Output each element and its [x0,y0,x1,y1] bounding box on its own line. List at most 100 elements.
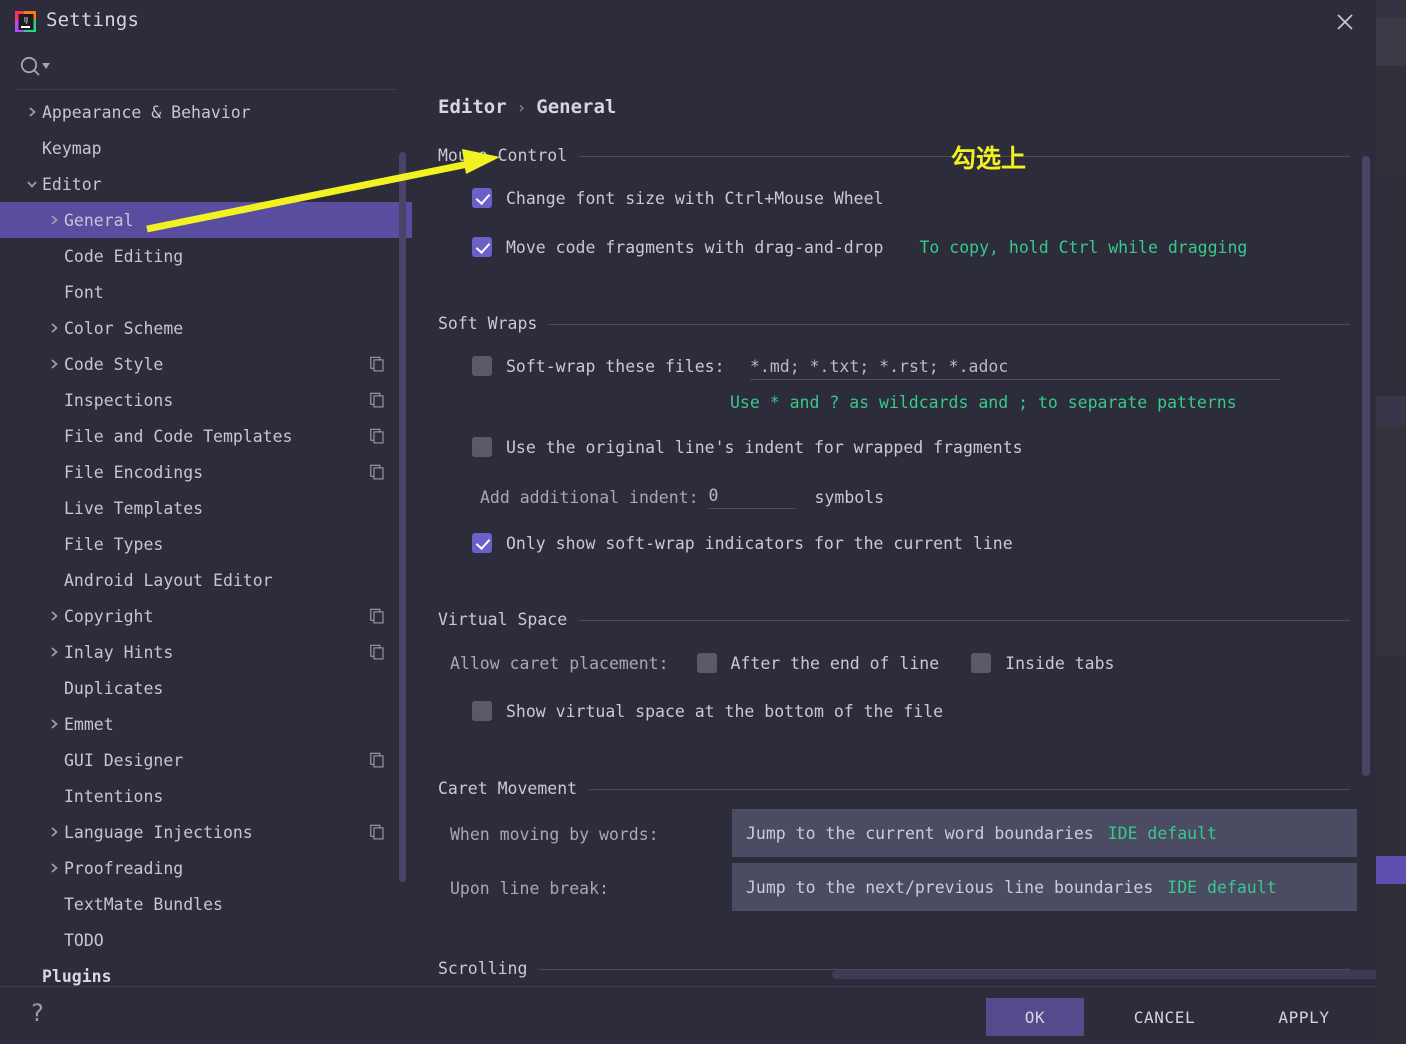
settings-dialog: IJ Settings Appearance & Behavior Keymap… [0,0,1376,1044]
sidebar-item-keymap[interactable]: Keymap [0,130,412,166]
move-code-fragments-label: Move code fragments with drag-and-drop [506,237,884,257]
bg-panel-5 [1376,396,1406,426]
sidebar-item-intentions[interactable]: Intentions [0,778,412,814]
content-vertical-scrollbar[interactable] [1362,156,1370,776]
sidebar-item-emmet[interactable]: Emmet [0,706,412,742]
sidebar-item-language-injections[interactable]: Language Injections [0,814,412,850]
help-icon[interactable]: ? [30,999,44,1027]
section-soft-wraps: Soft Wraps [412,312,1376,334]
when-moving-by-words-combo[interactable]: Jump to the current word boundaries IDE … [732,809,1357,857]
sidebar-item-label: Duplicates [64,678,164,698]
copy-settings-icon[interactable] [370,428,384,444]
search-icon[interactable] [18,55,58,77]
sidebar-item-font[interactable]: Font [0,274,412,310]
sidebar-item-todo[interactable]: TODO [0,922,412,958]
sidebar-item-appearance-behavior[interactable]: Appearance & Behavior [0,94,412,130]
original-indent-checkbox[interactable] [472,437,492,457]
chevron-right-icon[interactable] [44,862,64,874]
only-show-indicators-checkbox[interactable] [472,533,492,553]
sidebar-item-code-editing[interactable]: Code Editing [0,238,412,274]
chevron-down-icon[interactable] [22,178,42,190]
sidebar-item-inspections[interactable]: Inspections [0,382,412,418]
copy-settings-icon[interactable] [370,392,384,408]
breadcrumb-leaf: General [536,96,617,118]
sidebar-item-inlay-hints[interactable]: Inlay Hints [0,634,412,670]
chevron-right-icon[interactable] [44,358,64,370]
chevron-right-icon[interactable] [44,646,64,658]
sidebar-item-editor[interactable]: Editor [0,166,412,202]
apply-button[interactable]: APPLY [1258,998,1350,1036]
sidebar-item-duplicates[interactable]: Duplicates [0,670,412,706]
sidebar-item-label: Inlay Hints [64,642,174,662]
bg-panel-7 [1376,656,1406,856]
additional-indent-suffix: symbols [814,488,885,507]
chevron-right-icon[interactable] [44,322,64,334]
sidebar-item-code-style[interactable]: Code Style [0,346,412,382]
when-moving-by-words-value: Jump to the current word boundaries [746,823,1094,843]
inside-tabs-checkbox[interactable] [971,653,992,673]
wildcard-hint: Use * and ? as wildcards and ; to separa… [730,393,1237,412]
bg-panel-3 [1376,66,1406,176]
breadcrumb-root[interactable]: Editor [438,96,507,118]
sidebar-item-plugins[interactable]: Plugins [0,958,412,986]
change-font-size-checkbox[interactable] [472,188,492,208]
soft-wrap-files-input[interactable] [750,357,1280,380]
search-box [16,44,396,90]
additional-indent-input[interactable] [708,486,795,509]
after-end-of-line-checkbox[interactable] [696,653,717,673]
bg-panel-4 [1376,176,1406,396]
copy-settings-icon[interactable] [370,356,384,372]
chevron-right-icon[interactable] [44,214,64,226]
sidebar-item-label: File and Code Templates [64,426,293,446]
sidebar-scrollbar[interactable] [399,152,406,882]
chevron-right-icon[interactable] [44,610,64,622]
sidebar-item-textmate-bundles[interactable]: TextMate Bundles [0,886,412,922]
sidebar-item-file-encodings[interactable]: File Encodings [0,454,412,490]
soft-wrap-files-checkbox[interactable] [472,356,492,376]
search-input[interactable] [60,54,392,78]
original-indent-label: Use the original line's indent for wrapp… [506,437,1023,457]
sidebar-item-color-scheme[interactable]: Color Scheme [0,310,412,346]
sidebar-item-file-types[interactable]: File Types [0,526,412,562]
copy-settings-icon[interactable] [370,608,384,624]
sidebar-item-file-and-code-templates[interactable]: File and Code Templates [0,418,412,454]
sidebar-item-label: Appearance & Behavior [42,102,251,122]
sidebar-item-label: File Encodings [64,462,204,482]
show-virtual-space-label: Show virtual space at the bottom of the … [506,701,944,721]
cancel-button[interactable]: CANCEL [1112,998,1217,1036]
sidebar-item-label: Keymap [42,138,102,158]
allow-caret-placement-label: Allow caret placement: [450,653,669,673]
breadcrumb: Editor › General [438,96,616,118]
sidebar-item-label: Language Injections [64,822,253,842]
copy-settings-icon[interactable] [370,464,384,480]
intellij-idea-logo-icon: IJ [14,10,38,34]
copy-settings-icon[interactable] [370,752,384,768]
sidebar-item-copyright[interactable]: Copyright [0,598,412,634]
row-show-virtual-space: Show virtual space at the bottom of the … [472,701,943,721]
content-horizontal-scrollbar[interactable] [832,970,1376,979]
bg-panel-8 [1376,884,1406,1044]
section-rule [579,619,1350,621]
chevron-right-icon[interactable] [22,106,42,118]
ok-button[interactable]: OK [986,998,1084,1036]
chevron-right-icon[interactable] [44,718,64,730]
copy-settings-icon[interactable] [370,644,384,660]
upon-line-break-combo[interactable]: Jump to the next/previous line boundarie… [732,863,1357,911]
svg-text:IJ: IJ [24,16,28,24]
sidebar-item-gui-designer[interactable]: GUI Designer [0,742,412,778]
sidebar-item-android-layout-editor[interactable]: Android Layout Editor [0,562,412,598]
chevron-right-icon[interactable] [44,826,64,838]
sidebar-item-label: TextMate Bundles [64,894,223,914]
upon-line-break-value: Jump to the next/previous line boundarie… [746,877,1154,897]
sidebar-item-live-templates[interactable]: Live Templates [0,490,412,526]
section-mouse-control: Mouse Control [412,144,1376,166]
move-code-fragments-checkbox[interactable] [472,237,492,257]
sidebar-item-general[interactable]: General [0,202,412,238]
when-moving-by-words-label: When moving by words: [450,825,659,844]
section-header-virtual-space: Virtual Space [412,608,1376,630]
show-virtual-space-checkbox[interactable] [472,701,492,721]
sidebar-item-proofreading[interactable]: Proofreading [0,850,412,886]
copy-settings-icon[interactable] [370,824,384,840]
sidebar-item-label: Editor [42,174,102,194]
close-icon[interactable] [1330,8,1360,36]
